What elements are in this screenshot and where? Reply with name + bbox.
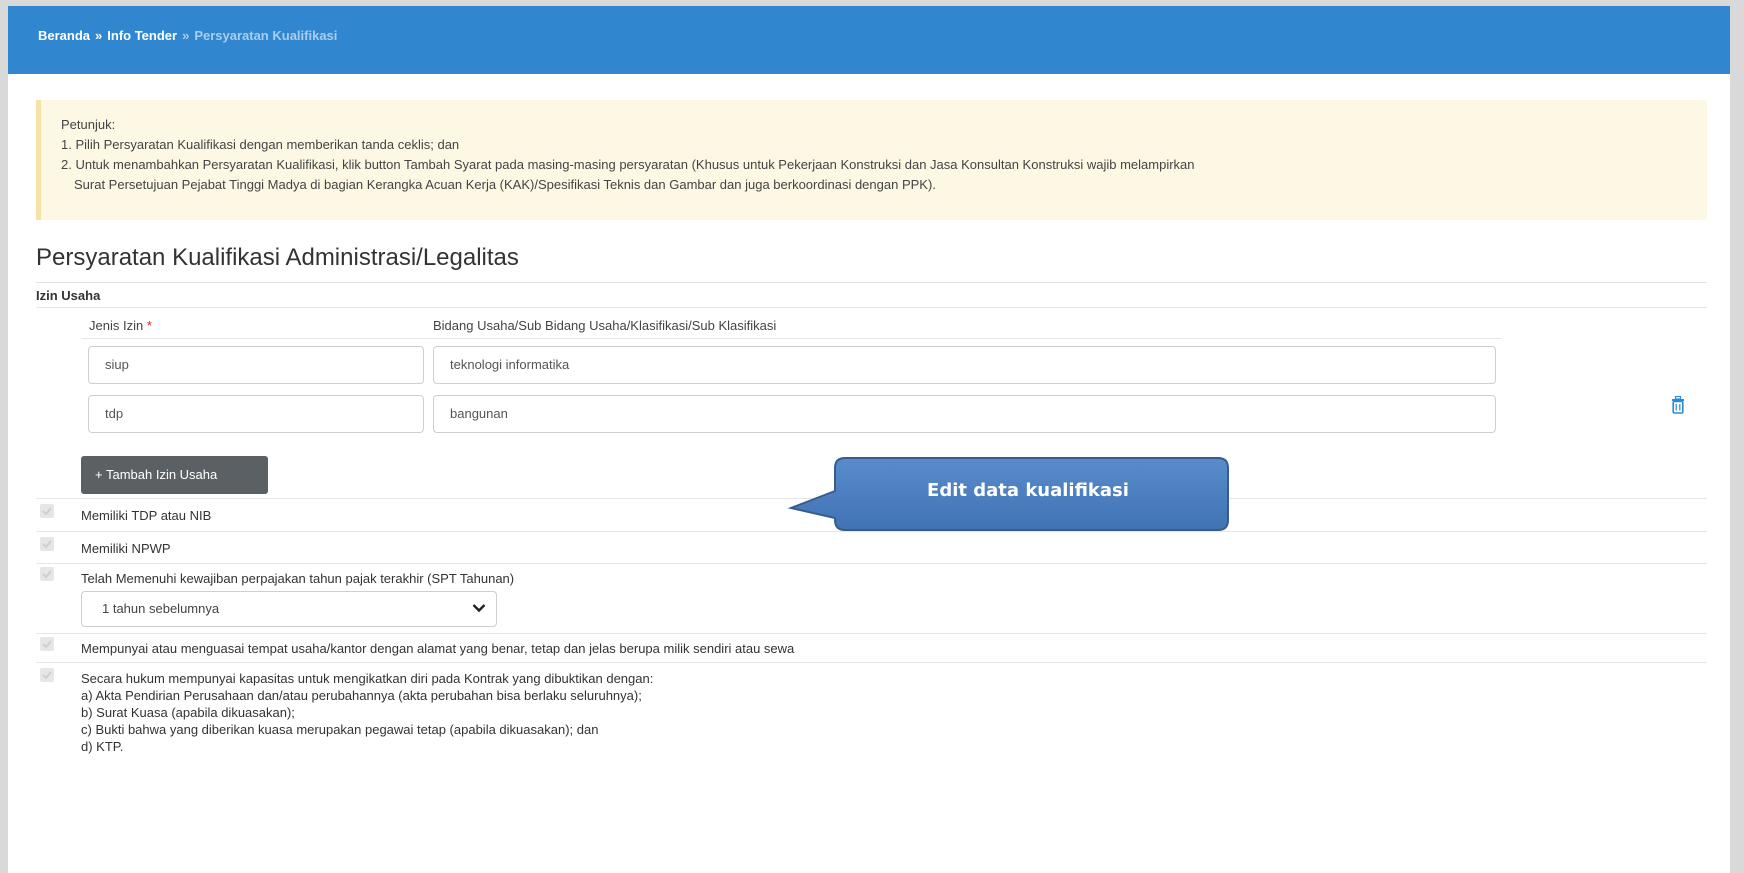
trash-icon[interactable] <box>1670 395 1686 414</box>
breadcrumb-separator: » <box>182 28 190 43</box>
spt-year-select[interactable]: 1 tahun sebelumnya <box>81 591 497 627</box>
section-heading: Persyaratan Kualifikasi Administrasi/Leg… <box>36 244 519 271</box>
requirement-text-line: c) Bukti bahwa yang diberikan kuasa meru… <box>81 722 599 737</box>
column-header-jenis-label: Jenis Izin <box>89 318 144 333</box>
breadcrumb-separator: » <box>95 28 103 43</box>
instruction-line-2: 2. Untuk menambahkan Persyaratan Kualifi… <box>61 157 1195 172</box>
requirement-checkbox[interactable] <box>40 668 54 682</box>
instruction-line-3: Surat Persetujuan Pejabat Tinggi Madya d… <box>74 177 936 192</box>
requirement-text-line: b) Surat Kuasa (apabila dikuasakan); <box>81 705 295 720</box>
requirement-checkbox[interactable] <box>40 504 54 518</box>
breadcrumb: Beranda » Info Tender » Persyaratan Kualifik… <box>38 28 337 43</box>
requirement-spt-tahunan: Telah Memenuhi kewajiban perpajakan tahu… <box>81 571 515 586</box>
requirement-npwp: Memiliki NPWP <box>81 541 171 556</box>
requirement-tdp-nib: Memiliki TDP atau NIB <box>81 508 212 523</box>
divider <box>36 563 1707 564</box>
requirement-text-line: a) Akta Pendirian Perusahaan dan/atau pe… <box>81 688 642 703</box>
column-header-bidang-usaha: Bidang Usaha/Sub Bidang Usaha/Klasifikas… <box>433 318 777 333</box>
requirement-checkbox[interactable] <box>40 637 54 651</box>
requirement-checkbox[interactable] <box>40 537 54 551</box>
requirement-checkbox[interactable] <box>40 567 54 581</box>
izin-usaha-title: Izin Usaha <box>36 288 101 303</box>
divider <box>36 662 1707 663</box>
requirement-text-line: d) KTP. <box>81 739 124 754</box>
breadcrumb-tender[interactable]: Info Tender <box>107 28 177 43</box>
chevron-down-icon <box>472 601 486 616</box>
instruction-title: Petunjuk: <box>61 117 116 132</box>
bidang-usaha-input[interactable]: teknologi informatika <box>433 346 1496 384</box>
header-bar: Beranda » Info Tender » Persyaratan Kualifik… <box>8 6 1730 74</box>
breadcrumb-home[interactable]: Beranda <box>38 28 90 43</box>
callout-label: Edit data kualifikasi <box>927 480 1129 501</box>
divider <box>36 307 1707 308</box>
spt-year-selected-value: 1 tahun sebelumnya <box>102 601 220 616</box>
jenis-izin-input[interactable]: siup <box>88 346 424 384</box>
divider <box>36 633 1707 634</box>
requirement-tempat-usaha: Mempunyai atau menguasai tempat usaha/ka… <box>81 641 795 656</box>
breadcrumb-current: Persyaratan Kualifikasi <box>194 28 338 43</box>
add-izin-usaha-button[interactable]: + Tambah Izin Usaha <box>81 456 268 494</box>
instruction-box: Petunjuk: 1. Pilih Persyaratan Kualifika… <box>36 100 1707 220</box>
bidang-usaha-input[interactable]: bangunan <box>433 395 1496 433</box>
section-divider <box>36 282 1707 283</box>
instruction-line-1: 1. Pilih Persyaratan Kualifikasi dengan … <box>61 137 460 152</box>
requirement-kapasitas-hukum: Secara hukum mempunyai kapasitas untuk m… <box>81 670 653 755</box>
requirement-text-line: Secara hukum mempunyai kapasitas untuk m… <box>81 671 654 686</box>
column-header-jenis-izin: Jenis Izin * <box>89 318 152 333</box>
required-marker: * <box>146 318 152 333</box>
divider <box>81 338 1501 339</box>
jenis-izin-input[interactable]: tdp <box>88 395 424 433</box>
